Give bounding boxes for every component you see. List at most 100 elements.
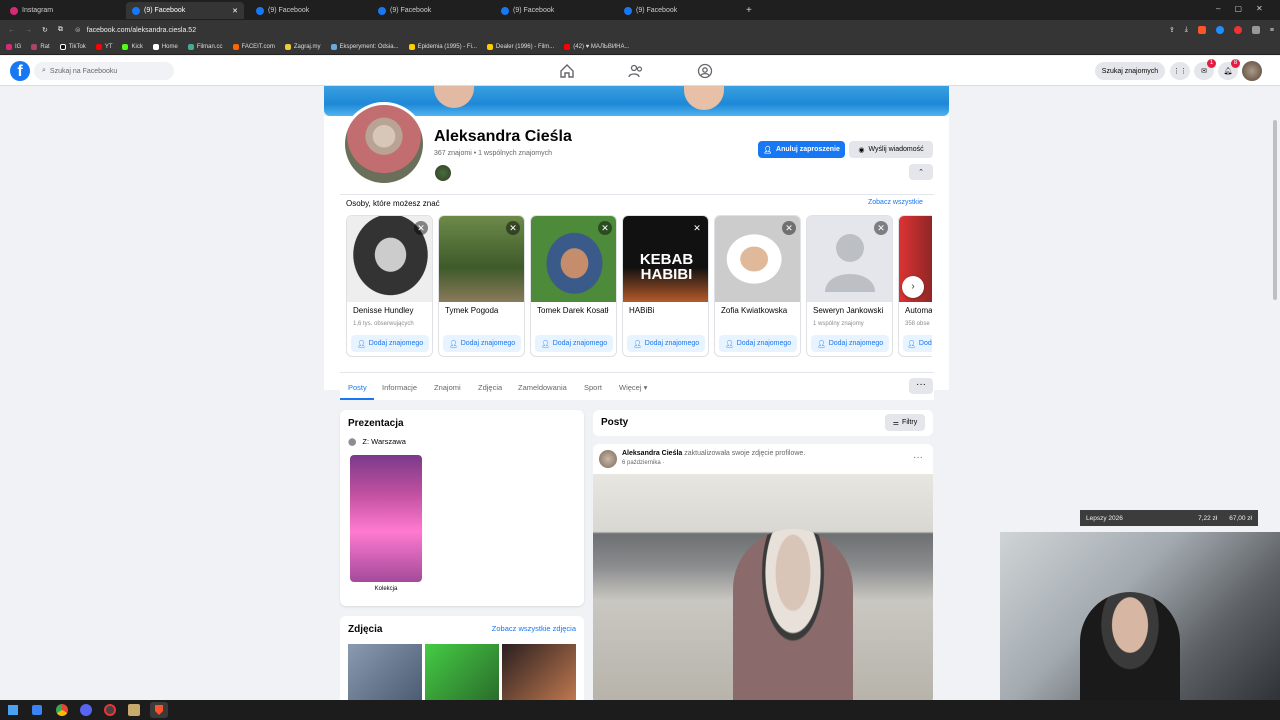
chevron-right-icon[interactable]: › [902, 276, 924, 298]
cover-photo[interactable] [324, 86, 949, 116]
tab-posts[interactable]: Posty [348, 383, 367, 392]
bookmark-item[interactable]: Dealer (1996) - Film... [486, 44, 554, 50]
find-friends-button[interactable]: Szukaj znajomych [1095, 62, 1165, 80]
add-friend-button[interactable]: 👤︎Dodaj znajomego [903, 335, 932, 352]
share-icon[interactable]: ⇪ [1169, 26, 1175, 34]
back-icon[interactable]: ← [8, 27, 15, 34]
filters-button[interactable]: ⚌ Filtry [885, 414, 925, 431]
reload-icon[interactable]: ↻ [42, 26, 48, 34]
see-all-photos-link[interactable]: Zobacz wszystkie zdjęcia [492, 624, 576, 633]
tab-facebook[interactable]: (9) Facebook [495, 2, 613, 19]
tab-facebook-active[interactable]: (9) Facebook ✕ [126, 2, 244, 19]
site-info-icon[interactable]: ⊜ [75, 26, 81, 34]
pymk-name[interactable]: Automa [905, 306, 932, 315]
bookmark-item[interactable]: TikTok [59, 44, 86, 50]
extension-icon[interactable] [1215, 26, 1224, 34]
close-icon[interactable]: ✕ [782, 221, 796, 235]
collection-thumbnail[interactable] [350, 455, 422, 582]
add-friend-button[interactable]: 👤︎Dodaj znajomego [811, 335, 889, 352]
search-input[interactable]: ⌕ Szukaj na Facebooku [34, 62, 174, 80]
tab-facebook[interactable]: (9) Facebook [250, 2, 368, 19]
bookmark-item[interactable]: Rat [31, 44, 50, 50]
photo-thumbnail[interactable] [425, 644, 499, 704]
bookmark-item[interactable]: FACEIT.com [232, 44, 275, 50]
pymk-card[interactable]: ✕ Denisse Hundley 1,6 tys. obserwujących… [346, 215, 433, 357]
post-date[interactable]: 6 października · [622, 460, 664, 466]
add-friend-button[interactable]: 👤︎Dodaj znajomego [627, 335, 705, 352]
minimize-icon[interactable]: – [1216, 4, 1234, 13]
bookmark-item[interactable]: Filman.cc [187, 44, 223, 50]
pymk-card[interactable]: ✕ Tymek Pogoda 👤︎ Dodaj znajomego [438, 215, 525, 357]
add-friend-button[interactable]: 👤︎Dodaj znajomego [719, 335, 797, 352]
scrollbar-thumb[interactable] [1273, 120, 1277, 300]
menu-icon[interactable]: ≡ [1270, 27, 1274, 34]
close-icon[interactable]: ✕ [690, 221, 704, 235]
add-friend-button[interactable]: 👤︎Dodaj znajomego [443, 335, 521, 352]
pymk-name[interactable]: Denisse Hundley [353, 306, 413, 315]
post-options-icon[interactable]: ··· [913, 452, 923, 463]
tab-facebook[interactable]: (9) Facebook [618, 2, 736, 19]
tab-checkins[interactable]: Zameldowania [518, 383, 567, 392]
install-icon[interactable]: ⤓ [1185, 26, 1188, 34]
pymk-see-all-link[interactable]: Zobacz wszystkie [868, 199, 923, 206]
tab-facebook[interactable]: (9) Facebook [372, 2, 490, 19]
close-icon[interactable]: ✕ [598, 221, 612, 235]
tab-more[interactable]: Więcej ▾ [619, 383, 647, 392]
friends-icon[interactable] [628, 63, 644, 79]
post-author[interactable]: Aleksandra Cieśla [622, 450, 682, 457]
pymk-card[interactable]: ✕ Zofia Kwiatkowska 👤︎ Dodaj znajomego [714, 215, 801, 357]
facebook-logo[interactable]: f [10, 61, 30, 81]
pymk-name[interactable]: Seweryn Jankowski [813, 306, 883, 315]
add-friend-button[interactable]: 👤︎Dodaj znajomego [351, 335, 429, 352]
profile-avatar[interactable] [342, 102, 426, 186]
close-icon[interactable]: ✕ [874, 221, 888, 235]
post-author-avatar[interactable] [599, 450, 617, 468]
send-message-button[interactable]: ◉ Wyślij wiadomość [849, 141, 933, 158]
forward-icon[interactable]: → [25, 27, 32, 34]
maximize-icon[interactable]: ▢ [1234, 4, 1256, 13]
bookmark-item[interactable]: (42) ♥ МАЛЬВИНА... [564, 44, 630, 50]
cancel-request-button[interactable]: 👤︎ Anuluj zaproszenie [758, 141, 845, 158]
close-tab-icon[interactable]: ✕ [232, 7, 238, 15]
chrome-icon[interactable] [56, 704, 68, 716]
bookmark-item[interactable]: Zagraj.my [284, 44, 321, 50]
close-icon[interactable]: ✕ [414, 221, 428, 235]
bookmark-item[interactable]: Eksperyment: Odsia... [330, 44, 399, 50]
profile-friend-count[interactable]: 367 znajomi • 1 wspólnych znajomych [434, 150, 552, 157]
tab-about[interactable]: Informacje [382, 383, 417, 392]
bookmark-item[interactable]: Home [152, 44, 178, 50]
url-field[interactable]: facebook.com/aleksandra.ciesla.52 [87, 27, 196, 34]
extension-icon[interactable] [1233, 26, 1242, 34]
tab-instagram[interactable]: Instagram [4, 2, 124, 19]
collapse-button[interactable]: ⌃ [909, 164, 933, 180]
photo-thumbnail[interactable] [502, 644, 576, 704]
profile-circle-icon[interactable] [697, 63, 713, 79]
bookmark-item[interactable]: Kick [122, 44, 143, 50]
account-avatar[interactable] [1242, 61, 1262, 81]
window-controls[interactable]: –▢✕ [1216, 4, 1277, 13]
close-window-icon[interactable]: ✕ [1256, 4, 1277, 13]
tab-sport[interactable]: Sport [584, 383, 602, 392]
puzzle-icon[interactable] [1251, 26, 1260, 34]
add-friend-button[interactable]: 👤︎Dodaj znajomego [535, 335, 613, 352]
bookmark-item[interactable]: IG [6, 44, 21, 50]
mutual-friend-avatar[interactable] [435, 165, 451, 181]
photo-thumbnail[interactable] [348, 644, 422, 704]
pymk-card[interactable]: ✕ Tomek Darek Kosatł 👤︎ Dodaj znajomego [530, 215, 617, 357]
obs-icon[interactable] [104, 704, 116, 716]
taskbar-app-icon[interactable] [32, 705, 42, 715]
menu-grid-icon[interactable]: ⋮⋮ [1170, 62, 1190, 80]
more-options-button[interactable]: ··· [909, 378, 933, 394]
home-icon[interactable] [559, 63, 575, 79]
collection-label[interactable]: Kolekcja [350, 586, 422, 592]
windows-start-icon[interactable] [8, 705, 18, 715]
pymk-card[interactable]: ✕ Seweryn Jankowski 1 wspólny znajomy 👤︎… [806, 215, 893, 357]
game-icon[interactable] [128, 704, 140, 716]
pymk-card[interactable]: KEBAB HABIBI ✕ HABiBi 👤︎ Dodaj znajomego [622, 215, 709, 357]
tab-friends[interactable]: Znajomi [434, 383, 461, 392]
post-image[interactable] [593, 474, 933, 704]
brave-shield-icon[interactable] [1197, 26, 1206, 34]
bookmark-page-icon[interactable]: ⧉ [58, 26, 63, 34]
bookmark-item[interactable]: Epidemia (1995) - Fi... [408, 44, 477, 50]
pymk-name[interactable]: HABiBi [629, 306, 654, 315]
